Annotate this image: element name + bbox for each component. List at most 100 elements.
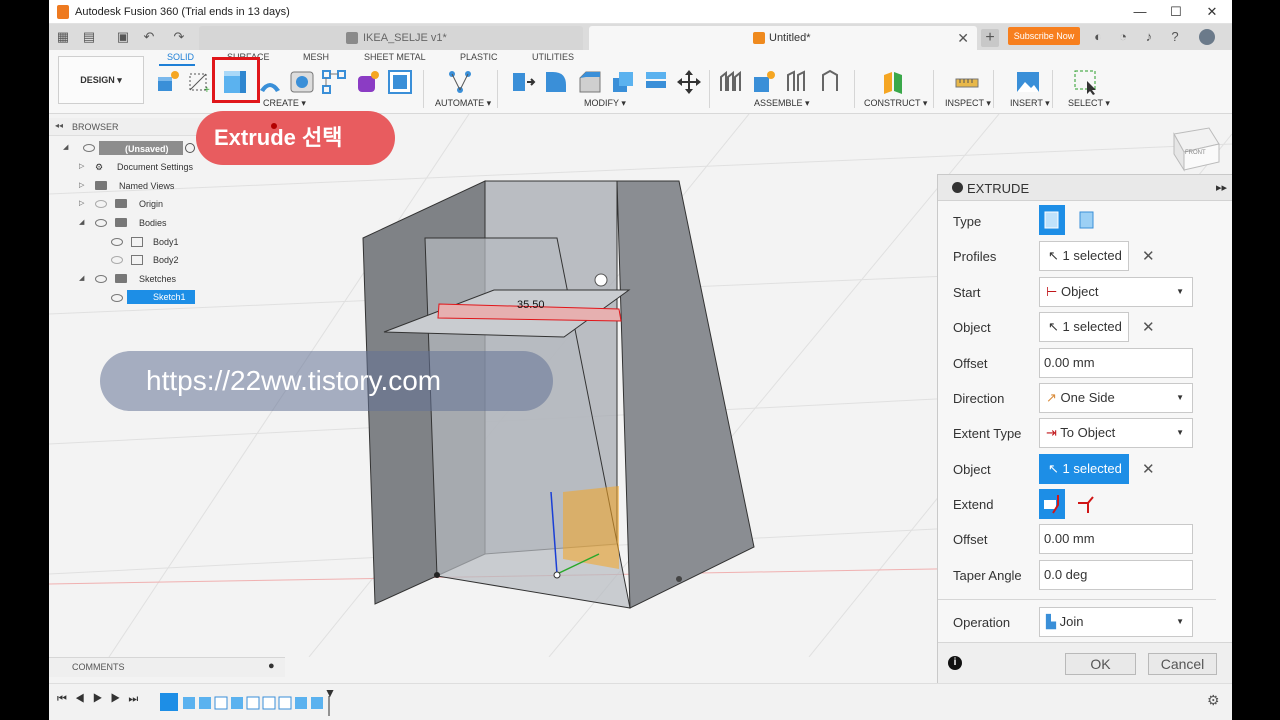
cursor-icon: ↖ [1048, 319, 1059, 334]
collapse-browser-icon[interactable]: ◂◂ [55, 121, 63, 130]
direction-dropdown[interactable]: ↗ One Side ▼ [1039, 383, 1193, 413]
taper-angle-input[interactable]: 0.0 deg [1039, 560, 1193, 590]
user-avatar[interactable] [1199, 29, 1215, 45]
timeline-playback-controls[interactable]: ⏮◀▶▶⏭ [57, 693, 146, 706]
extrude-dialog-header[interactable]: EXTRUDE ▸▸ [938, 175, 1232, 201]
offset-label: Offset [953, 356, 988, 371]
eye-icon[interactable] [111, 238, 123, 246]
info-icon[interactable]: i [948, 656, 962, 670]
revolve-icon[interactable] [257, 72, 283, 98]
new-tab-button[interactable]: + [981, 29, 999, 47]
type-solid-button[interactable] [1039, 205, 1065, 235]
eye-icon[interactable] [111, 294, 123, 302]
view-cube[interactable]: FRONT [1173, 127, 1220, 172]
select-menu[interactable]: SELECT ▾ [1068, 98, 1110, 109]
new-component-assemble-icon[interactable] [718, 69, 744, 95]
ok-button[interactable]: OK [1065, 653, 1136, 675]
measure-icon[interactable] [954, 69, 980, 95]
as-built-joint-icon[interactable] [785, 69, 811, 95]
tab-untitled[interactable]: Untitled* ✕ [589, 26, 977, 50]
eye-icon[interactable] [83, 144, 95, 152]
profiles-selector[interactable]: ↖ 1 selected [1039, 241, 1129, 271]
expand-dialog-icon[interactable]: ▸▸ [1216, 181, 1227, 194]
maximize-button[interactable]: ☐ [1162, 3, 1190, 21]
close-window-button[interactable]: ✕ [1198, 3, 1226, 21]
add-comment-icon[interactable]: ● [268, 660, 275, 672]
manipulator-handle[interactable] [594, 273, 608, 287]
grid-menu-icon[interactable]: ▦ [55, 29, 71, 45]
design-workspace-button[interactable]: DESIGN ▾ [58, 56, 144, 104]
eye-icon[interactable] [95, 200, 107, 208]
combine-icon[interactable] [643, 69, 669, 95]
create-sketch-icon[interactable]: + [187, 69, 213, 95]
shell-icon[interactable] [610, 69, 636, 95]
construct-plane-icon[interactable] [880, 69, 906, 95]
object-selector[interactable]: ↖ 1 selected [1039, 312, 1129, 342]
tab-sheet-metal[interactable]: SHEET METAL [364, 52, 426, 62]
chamfer-icon[interactable] [577, 69, 603, 95]
close-tab-icon[interactable]: ✕ [957, 26, 969, 50]
clear-object-icon[interactable]: ✕ [1142, 318, 1155, 336]
browser-item-sketch1[interactable]: Sketch1 [111, 290, 195, 306]
insert-image-icon[interactable] [1015, 69, 1041, 95]
extend-adjacent-button[interactable] [1039, 489, 1065, 519]
joint-origin-icon[interactable] [817, 69, 843, 95]
notifications-icon[interactable]: ♪ [1141, 29, 1157, 45]
eye-icon[interactable] [95, 275, 107, 283]
create-menu[interactable]: CREATE ▾ [263, 98, 306, 109]
move-icon[interactable] [676, 69, 702, 95]
eye-icon[interactable] [95, 219, 107, 227]
hole-icon[interactable] [289, 69, 315, 95]
extensions-icon[interactable]: ◐ [1090, 29, 1106, 45]
insert-menu[interactable]: INSERT ▾ [1010, 98, 1050, 109]
subscribe-button[interactable]: Subscribe Now [1008, 27, 1080, 45]
tab-utilities[interactable]: UTILITIES [532, 52, 574, 62]
select-window-icon[interactable] [1073, 69, 1099, 95]
automate-icon[interactable] [447, 69, 473, 95]
clear-profiles-icon[interactable]: ✕ [1142, 247, 1155, 265]
collapse-dialog-icon[interactable] [952, 182, 963, 193]
joint-icon[interactable] [751, 69, 777, 95]
press-pull-icon[interactable] [510, 69, 536, 95]
cancel-button[interactable]: Cancel [1148, 653, 1217, 675]
minimize-button[interactable]: — [1126, 3, 1154, 21]
tab-plastic[interactable]: PLASTIC [460, 52, 498, 62]
offset-input[interactable]: 0.00 mm [1039, 348, 1193, 378]
extrude-dialog: EXTRUDE ▸▸ Type Profiles ↖ 1 selected ✕ … [937, 174, 1232, 685]
automate-menu[interactable]: AUTOMATE ▾ [435, 98, 491, 109]
extend-closest-button[interactable] [1074, 489, 1100, 519]
job-status-icon[interactable]: ◔ [1115, 29, 1131, 45]
tab-solid[interactable]: SOLID [167, 52, 194, 62]
assemble-menu[interactable]: ASSEMBLE ▾ [754, 98, 810, 109]
offset-to-input[interactable]: 0.00 mm [1039, 524, 1193, 554]
operation-dropdown[interactable]: ▙ Join ▼ [1039, 607, 1193, 637]
fillet-icon[interactable] [543, 69, 569, 95]
tab-ikea-selje[interactable]: IKEA_SELJE v1* [199, 26, 583, 50]
inspect-menu[interactable]: INSPECT ▾ [945, 98, 991, 109]
eye-icon[interactable] [111, 256, 123, 264]
clear-object-to-icon[interactable]: ✕ [1142, 460, 1155, 478]
timeline-features[interactable] [159, 690, 339, 716]
browser-root[interactable]: ◢ (Unsaved) [63, 140, 195, 156]
extent-type-dropdown[interactable]: ⇥ To Object ▼ [1039, 418, 1193, 448]
object-to-selector[interactable]: ↖ 1 selected [1039, 454, 1129, 484]
start-object-icon: ⊢ [1046, 284, 1058, 299]
help-icon[interactable]: ? [1167, 29, 1183, 45]
timeline-settings-icon[interactable]: ⚙ [1207, 692, 1220, 709]
insert-derive-icon[interactable] [387, 69, 413, 95]
comments-panel[interactable]: COMMENTS ● [49, 657, 285, 677]
start-dropdown[interactable]: ⊢ Object ▼ [1039, 277, 1193, 307]
save-icon[interactable]: ▣ [115, 29, 131, 45]
create-form-icon[interactable] [355, 69, 381, 95]
construct-menu[interactable]: CONSTRUCT ▾ [864, 98, 927, 109]
pattern-icon[interactable] [321, 69, 347, 95]
dimension-label[interactable]: 35.50 [517, 299, 545, 311]
modify-menu[interactable]: MODIFY ▾ [584, 98, 626, 109]
type-thin-button[interactable] [1074, 205, 1100, 235]
new-component-icon[interactable] [155, 69, 181, 95]
redo-icon[interactable]: ↷ [171, 29, 187, 45]
tab-mesh[interactable]: MESH [303, 52, 329, 62]
file-menu-icon[interactable]: ▤ [81, 29, 97, 45]
radio-icon[interactable] [185, 143, 195, 153]
undo-icon[interactable]: ↶ [141, 29, 157, 45]
